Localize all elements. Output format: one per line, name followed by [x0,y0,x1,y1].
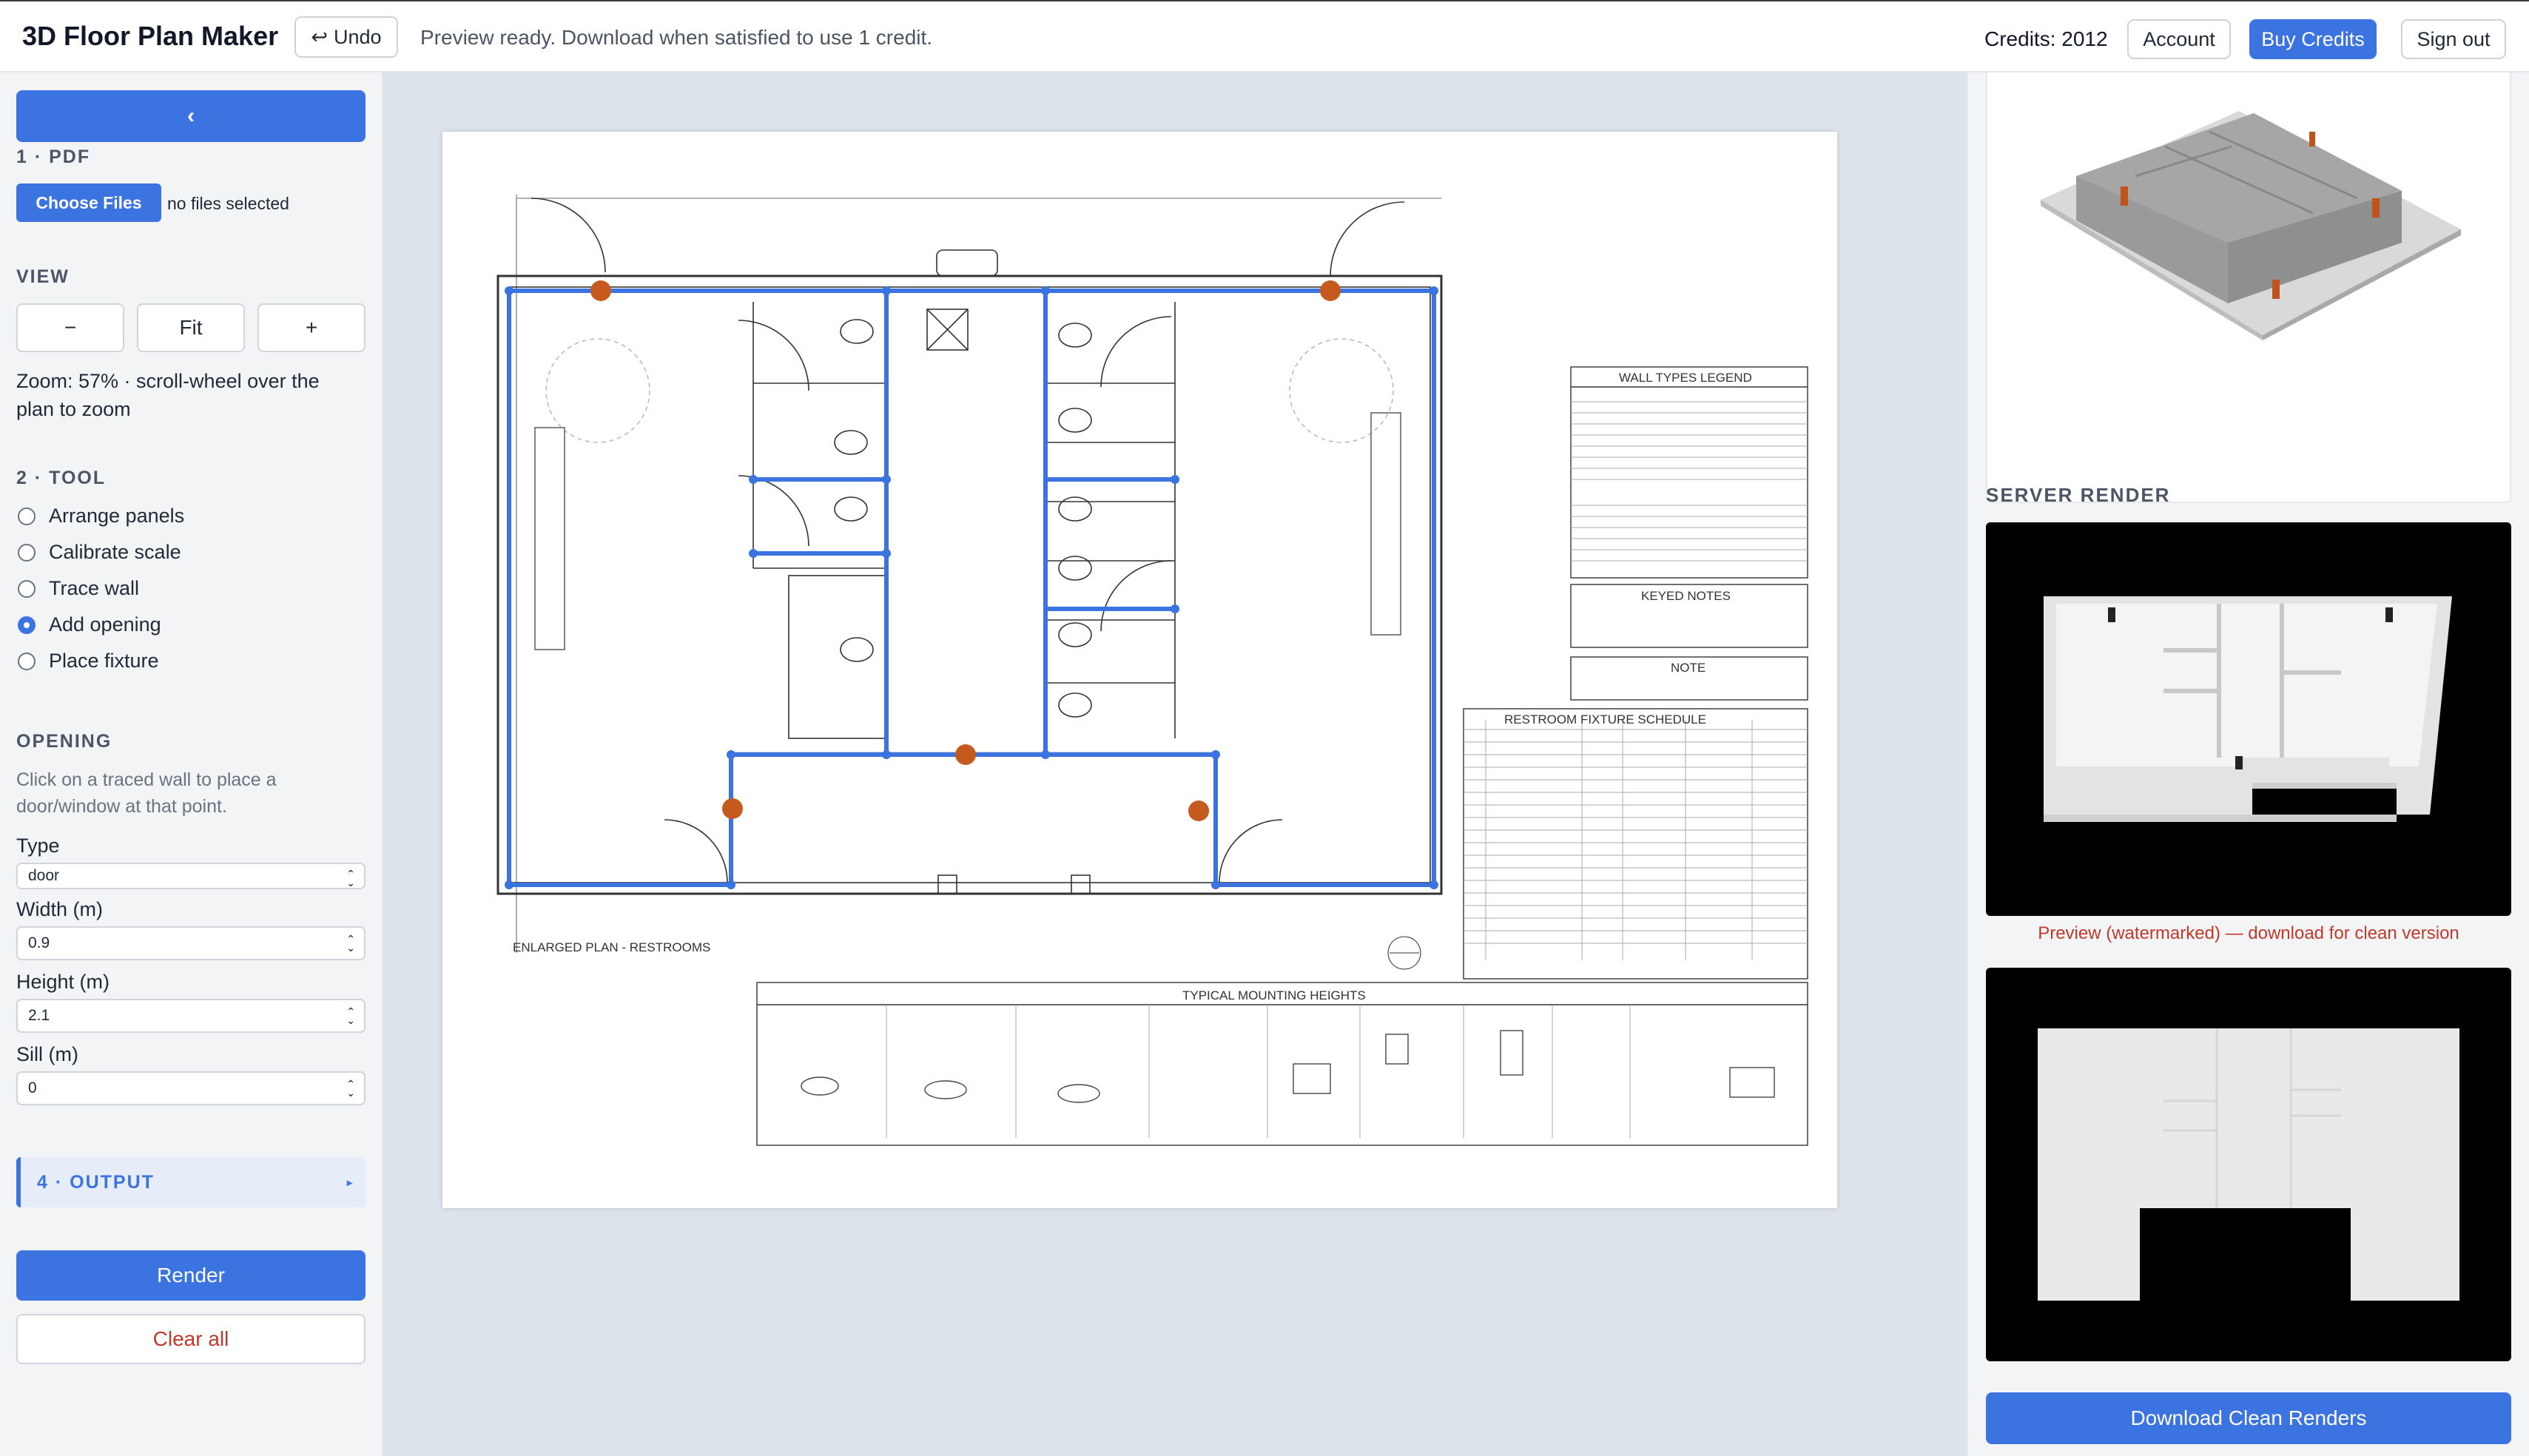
radio-icon[interactable] [18,543,36,562]
top-bar: 3D Floor Plan Maker ↩ Undo Preview ready… [0,0,2529,73]
choose-files-button[interactable]: Choose Files [16,183,161,222]
buy-credits-button[interactable]: Buy Credits [2249,19,2377,59]
height-value: 2.1 [28,1007,50,1024]
output-section-toggle[interactable]: 4 · OUTPUT ▸ [16,1157,366,1207]
tool-label: Arrange panels [49,505,185,527]
plan-canvas[interactable]: WALL TYPES LEGEND KEYED NOTES NOTE RESTR… [383,73,1967,1456]
right-panel: SERVER RENDER Preview (watermarked) — do… [1967,73,2529,1456]
stepper-icon[interactable]: ⌃ ⌄ [346,1006,355,1025]
width-label: Width (m) [16,898,103,920]
pdf-section-label: 1 · PDF [16,146,91,167]
type-label: Type [16,835,60,857]
topdown-render-image [2038,1028,2459,1301]
sill-label: Sill (m) [16,1043,78,1065]
caret-right-icon: ▸ [346,1176,354,1188]
wall-legend-title: WALL TYPES LEGEND [1619,371,1752,385]
stepper-icon[interactable]: ⌃ ⌄ [346,1079,355,1098]
zoom-out-button[interactable]: − [16,303,124,352]
tool-label: Trace wall [49,577,140,599]
app-title: 3D Floor Plan Maker [22,21,279,51]
collapse-sidebar-button[interactable]: ‹ [16,90,366,142]
type-value: door [28,867,60,884]
chevron-updown-icon: ⌃ ⌄ [346,868,355,889]
3d-preview-viewport[interactable] [1986,73,2511,503]
output-label: 4 · OUTPUT [37,1171,155,1193]
watermark-notice: Preview (watermarked) — download for cle… [2038,923,2459,943]
view-section-label: VIEW [16,266,70,287]
tool-trace-wall[interactable]: Trace wall [18,577,139,600]
tool-label: Place fixture [49,650,159,672]
floor-plan-sheet[interactable]: WALL TYPES LEGEND KEYED NOTES NOTE RESTR… [442,132,1837,1208]
fixture-schedule-title: RESTROOM FIXTURE SCHEDULE [1504,712,1706,727]
stepper-icon[interactable]: ⌃ ⌄ [346,934,355,953]
tool-calibrate-scale[interactable]: Calibrate scale [18,541,181,564]
opening-section-label: OPENING [16,731,112,752]
tool-place-fixture[interactable]: Place fixture [18,650,159,673]
keyed-notes-title: KEYED NOTES [1641,589,1731,603]
3d-preview-render[interactable] [1987,73,2510,502]
height-label: Height (m) [16,971,110,993]
mounting-title: TYPICAL MOUNTING HEIGHTS [1182,988,1366,1002]
undo-label: Undo [334,25,382,48]
width-value: 0.9 [28,934,50,951]
opening-hint: Click on a traced wall to place a door/w… [16,769,277,817]
server-render-topdown[interactable] [1986,968,2511,1361]
undo-button[interactable]: ↩ Undo [294,16,398,58]
floor-plan-drawing[interactable]: WALL TYPES LEGEND KEYED NOTES NOTE RESTR… [442,132,1837,1208]
credits-count: Credits: 2012 [1984,27,2108,50]
radio-icon[interactable] [18,579,36,598]
file-status: no files selected [167,194,289,213]
radio-icon[interactable] [18,507,36,525]
radio-selected-icon[interactable] [18,616,36,634]
sill-input[interactable]: 0 ⌃ ⌄ [16,1071,366,1105]
type-select[interactable]: door ⌃ ⌄ [16,863,366,889]
sign-out-button[interactable]: Sign out [2401,19,2506,59]
clear-all-button[interactable]: Clear all [16,1314,366,1364]
radio-icon[interactable] [18,652,36,670]
status-message: Preview ready. Download when satisfied t… [420,26,933,49]
download-clean-renders-button[interactable]: Download Clean Renders [1986,1392,2511,1444]
plan-title: ENLARGED PLAN - RESTROOMS [513,940,710,954]
tool-label: Add opening [49,613,161,636]
account-button[interactable]: Account [2127,19,2231,59]
server-render-3d[interactable] [1986,522,2511,916]
tool-arrange-panels[interactable]: Arrange panels [18,505,184,528]
tool-section-label: 2 · TOOL [16,468,107,488]
tool-add-opening[interactable]: Add opening [18,613,161,636]
tool-label: Calibrate scale [49,541,181,563]
left-sidebar: ‹ 1 · PDF Choose Files no files selected… [0,73,383,1456]
note-title: NOTE [1671,661,1705,675]
server-render-label: SERVER RENDER [1986,484,2171,506]
width-input[interactable]: 0.9 ⌃ ⌄ [16,926,366,960]
sill-value: 0 [28,1079,37,1096]
fit-button[interactable]: Fit [137,303,245,352]
render-button[interactable]: Render [16,1250,366,1301]
zoom-in-button[interactable]: + [257,303,366,352]
zoom-info: Zoom: 57% · scroll-wheel over the plan t… [16,370,320,420]
undo-icon: ↩ [311,25,329,48]
chevron-left-icon: ‹ [187,104,195,128]
height-input[interactable]: 2.1 ⌃ ⌄ [16,999,366,1033]
3d-render-image [2044,596,2452,822]
